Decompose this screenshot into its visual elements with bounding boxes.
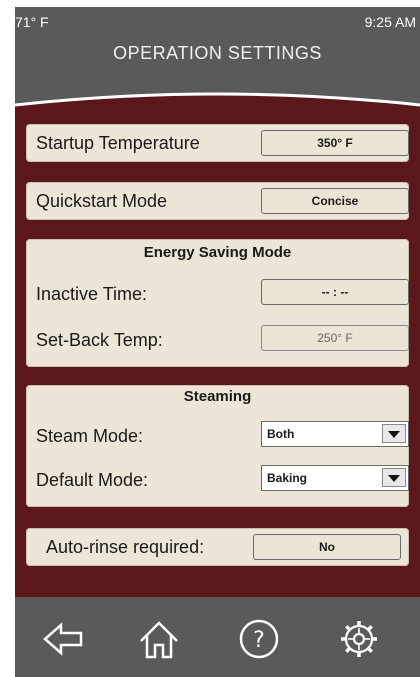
steam-mode-label: Steam Mode: (36, 426, 144, 446)
help-icon[interactable]: ? (237, 617, 281, 661)
set-back-temp-label: Set-Back Temp: (36, 330, 163, 350)
quickstart-mode-button[interactable]: Concise (261, 188, 409, 214)
inactive-time-label: Inactive Time: (36, 284, 148, 304)
oven-screen: 71° F 9:25 AM OPERATION SETTINGS Startup… (15, 7, 420, 677)
steam-mode-select[interactable]: Both (261, 421, 409, 447)
chevron-down-icon[interactable] (382, 424, 406, 443)
steam-mode-value: Both (267, 427, 295, 441)
auto-rinse-row: Auto-rinse required: No (26, 528, 409, 566)
footer-nav: ? (15, 597, 420, 677)
svg-text:?: ? (253, 628, 265, 653)
inactive-time-button[interactable]: -- : -- (261, 279, 409, 305)
header-arc-divider (15, 92, 420, 121)
startup-temperature-label: Startup Temperature (36, 133, 200, 153)
home-icon[interactable] (137, 617, 181, 661)
set-back-temp-button[interactable]: 250° F (261, 325, 409, 351)
status-temperature: 71° F (15, 14, 49, 30)
auto-rinse-label: Auto-rinse required: (46, 537, 205, 557)
chevron-down-icon[interactable] (382, 468, 406, 487)
quickstart-mode-label: Quickstart Mode (36, 191, 168, 211)
startup-temperature-button[interactable]: 350° F (261, 130, 409, 156)
energy-saving-section: Energy Saving Mode Inactive Time: -- : -… (26, 239, 409, 367)
default-mode-value: Baking (267, 471, 308, 485)
startup-temperature-row: Startup Temperature 350° F (26, 124, 409, 162)
steaming-title: Steaming (183, 388, 252, 405)
default-mode-label: Default Mode: (36, 470, 149, 490)
page-title: OPERATION SETTINGS (113, 43, 322, 63)
default-mode-select[interactable]: Baking (261, 465, 409, 491)
back-arrow-icon[interactable] (41, 617, 85, 661)
status-time: 9:25 AM (364, 14, 416, 30)
settings-gear-icon[interactable] (337, 617, 381, 661)
energy-saving-title: Energy Saving Mode (143, 244, 292, 261)
steaming-section: Steaming Steam Mode: Both Default Mode: … (26, 385, 409, 507)
auto-rinse-button[interactable]: No (253, 534, 401, 560)
quickstart-mode-row: Quickstart Mode Concise (26, 182, 409, 220)
